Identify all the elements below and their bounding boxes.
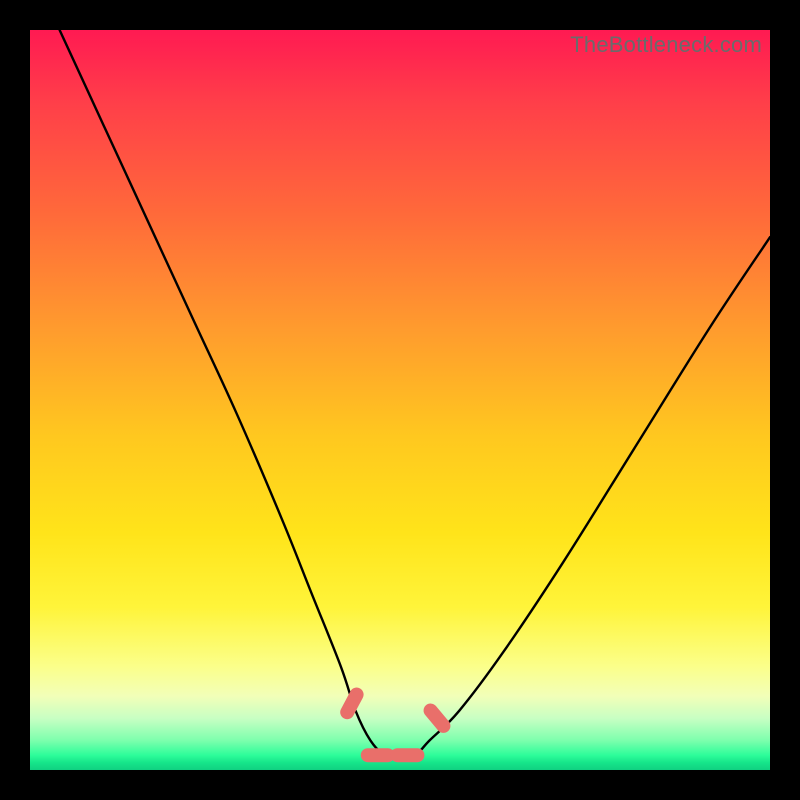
marker-left-slope	[338, 685, 366, 722]
plot-area: TheBottleneck.com	[30, 30, 770, 770]
marker-right-slope	[421, 701, 454, 736]
trough-markers	[338, 685, 454, 762]
marker-trough-1	[361, 748, 395, 762]
marker-trough-2	[390, 748, 424, 762]
bottleneck-curve	[30, 30, 770, 770]
curve-path	[60, 30, 770, 756]
chart-frame: TheBottleneck.com	[0, 0, 800, 800]
